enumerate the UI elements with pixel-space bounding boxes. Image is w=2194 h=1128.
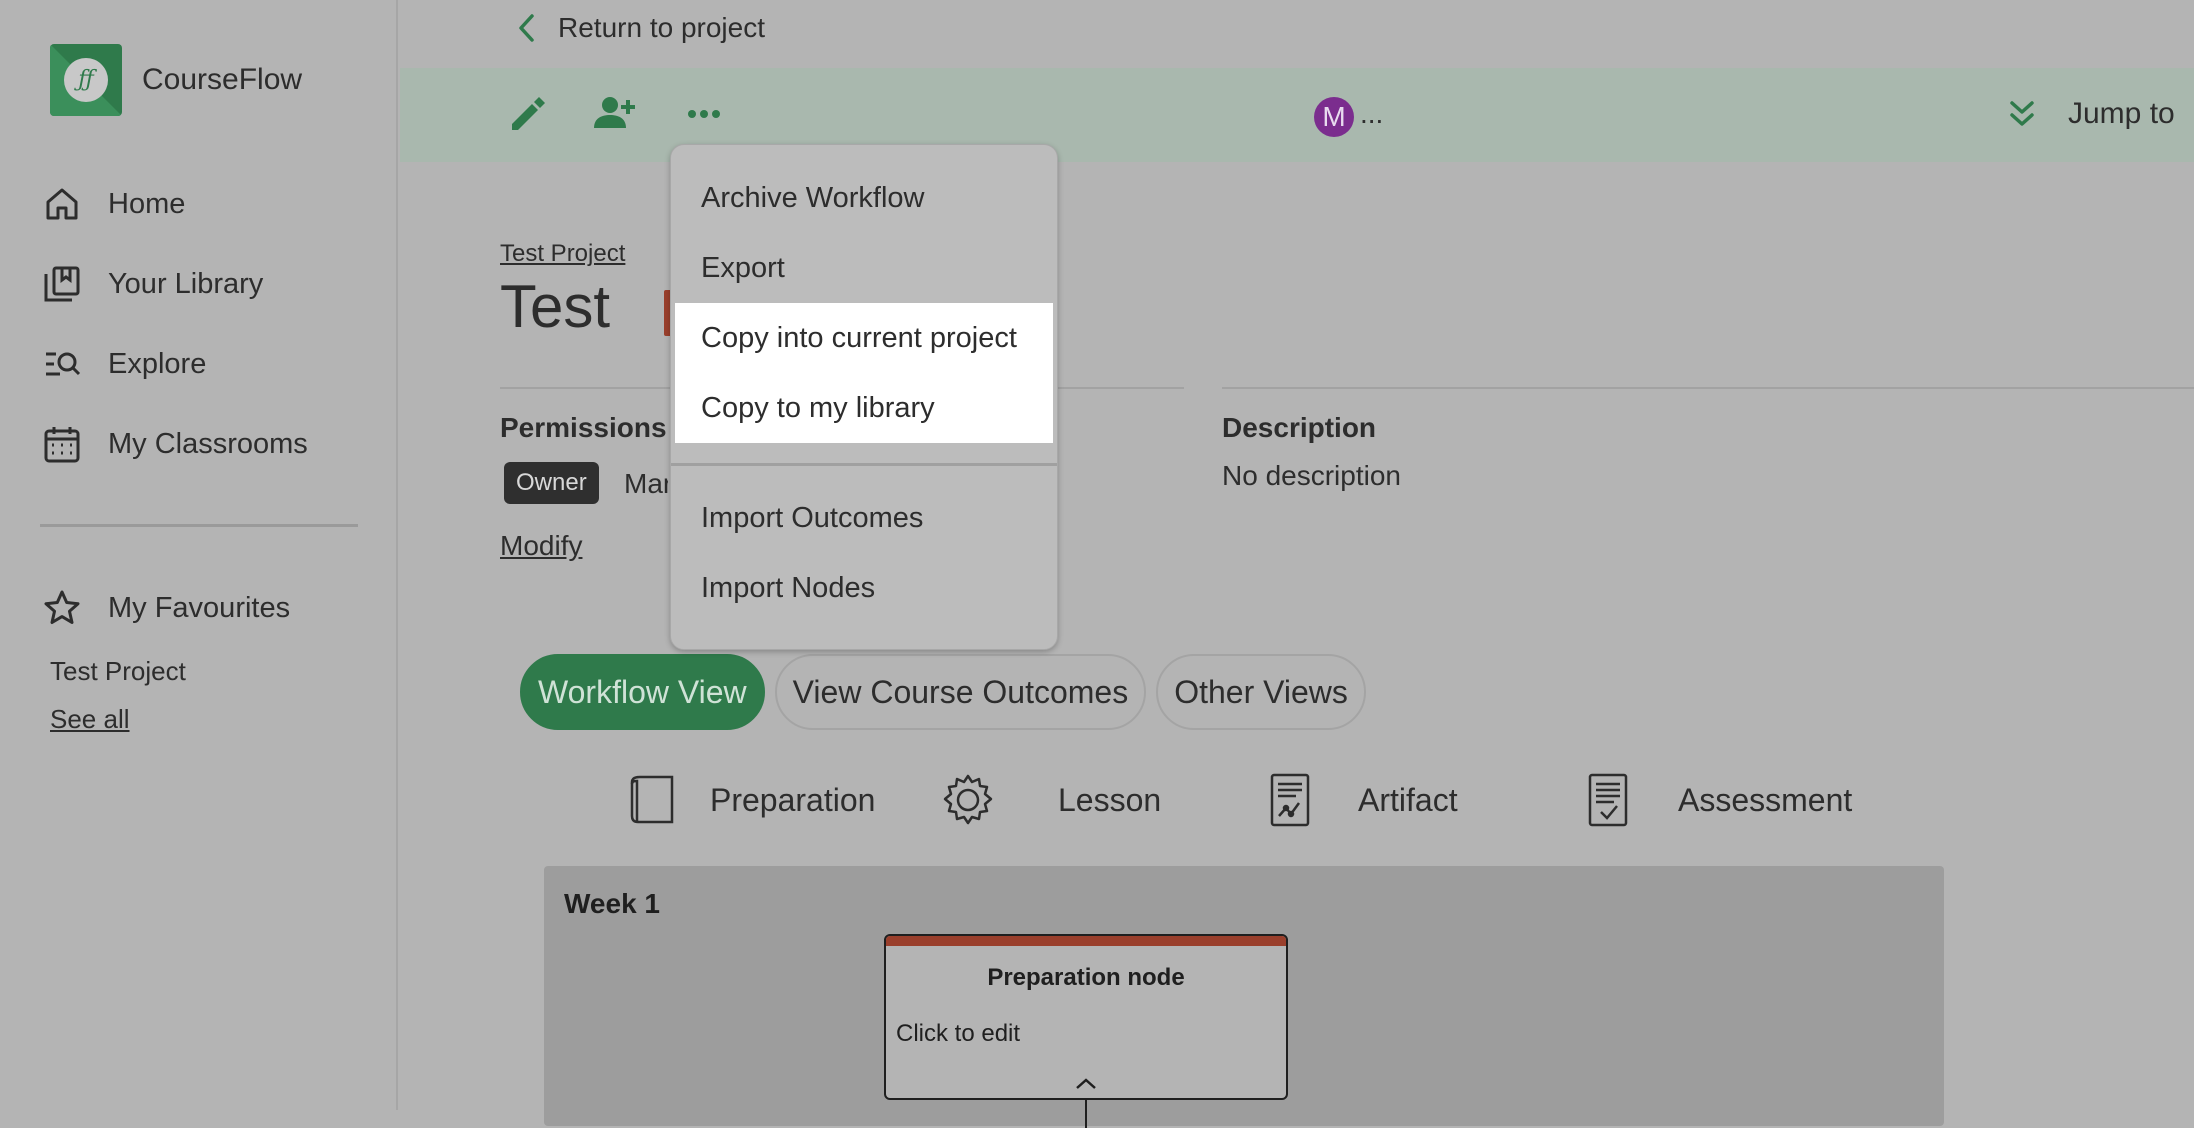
chevron-up-icon[interactable] [1073, 1076, 1099, 1092]
breadcrumb[interactable]: Test Project [500, 240, 625, 268]
explore-icon [46, 352, 81, 376]
legend-label: Assessment [1678, 781, 1853, 818]
chevron-left-icon [519, 14, 534, 42]
more-icon[interactable] [680, 90, 728, 138]
node-color-bar [886, 936, 1286, 946]
week-title[interactable]: Week 1 [564, 888, 660, 920]
sidebar-item-label: My Favourites [108, 591, 291, 624]
home-icon [46, 188, 78, 220]
node-type-lesson[interactable]: Lesson [940, 772, 1161, 828]
node-type-artifact[interactable]: Artifact [1262, 772, 1458, 828]
legend-label: Preparation [710, 781, 876, 818]
node-title: Preparation node [987, 964, 1185, 991]
tab-view-course-outcomes[interactable]: View Course Outcomes [774, 654, 1147, 730]
sidebar-item-explore[interactable]: Explore [42, 344, 206, 384]
divider [1222, 387, 2194, 389]
sidebar-item-label: My Classrooms [108, 427, 308, 460]
jump-to-label: Jump to [2068, 97, 2175, 130]
legend-label: Artifact [1358, 781, 1458, 818]
owner-badge: Owner [504, 462, 599, 504]
page-title: Test [500, 273, 611, 340]
node-subtitle: Click to edit [896, 1020, 1021, 1047]
node-type-preparation[interactable]: Preparation [624, 772, 875, 828]
sidebar-favourites-heading: My Favourites [42, 588, 290, 628]
gear-icon [943, 774, 993, 825]
workflow-node[interactable]: Preparation node Click to edit [884, 934, 1288, 1100]
menu-divider [671, 463, 1057, 466]
more-users-indicator[interactable]: ... [1360, 98, 1383, 130]
library-icon [44, 266, 80, 302]
see-all-link[interactable]: See all [50, 704, 130, 735]
book-icon [630, 775, 674, 824]
sidebar-item-label: Home [108, 187, 186, 220]
description-text: No description [1222, 460, 1401, 491]
menu-item-export[interactable]: Export [671, 233, 1057, 303]
double-chevron-down-icon [2010, 101, 2034, 126]
tab-other-views[interactable]: Other Views [1156, 654, 1366, 730]
owner-name: Mar [624, 468, 668, 499]
sidebar-divider [40, 524, 358, 527]
workflow-toolbar [400, 68, 2194, 162]
modify-permissions-link[interactable]: Modify [500, 530, 582, 562]
week-block: Week 1 Preparation node Click to edit [544, 866, 1944, 1128]
return-to-project-link[interactable]: Return to project [516, 12, 765, 44]
sidebar: ƒƒ CourseFlow Home Your Library Explore [0, 0, 398, 1110]
jump-to-button[interactable]: Jump to [2006, 97, 2175, 131]
legend-label: Lesson [1058, 781, 1162, 818]
sidebar-item-my-classrooms[interactable]: My Classrooms [42, 424, 308, 464]
artifact-icon [1270, 773, 1310, 827]
menu-item-copy-into-current-project[interactable]: Copy into current project [675, 303, 1053, 373]
add-user-icon[interactable] [590, 90, 638, 138]
sidebar-item-your-library[interactable]: Your Library [42, 264, 263, 304]
pencil-icon[interactable] [504, 90, 552, 138]
menu-item-import-nodes[interactable]: Import Nodes [671, 553, 1057, 623]
tab-workflow-view[interactable]: Workflow View [520, 654, 765, 730]
calendar-icon [44, 427, 80, 463]
star-icon [44, 590, 80, 624]
avatar[interactable]: M [1314, 97, 1354, 137]
app-logo[interactable]: ƒƒ CourseFlow [50, 44, 302, 116]
sidebar-item-label: Your Library [108, 267, 264, 300]
sidebar-item-label: Explore [108, 347, 207, 380]
menu-item-copy-to-my-library[interactable]: Copy to my library [675, 373, 1053, 443]
assessment-icon [1588, 773, 1628, 827]
more-actions-menu: Archive Workflow Export Copy into curren… [670, 144, 1058, 650]
favourite-item[interactable]: Test Project [50, 656, 186, 687]
menu-item-import-outcomes[interactable]: Import Outcomes [671, 483, 1057, 553]
node-type-assessment[interactable]: Assessment [1580, 772, 1852, 828]
description-label: Description [1222, 412, 1377, 443]
courseflow-logo-icon: ƒƒ [50, 44, 122, 116]
node-connector [1085, 1098, 1087, 1128]
permissions-label: Permissions [500, 412, 667, 443]
view-tabs: Workflow View View Course Outcomes Other… [520, 654, 1376, 730]
sidebar-item-home[interactable]: Home [42, 184, 185, 224]
menu-item-archive-workflow[interactable]: Archive Workflow [671, 163, 1057, 233]
return-label: Return to project [558, 12, 765, 43]
app-name: CourseFlow [142, 63, 303, 96]
